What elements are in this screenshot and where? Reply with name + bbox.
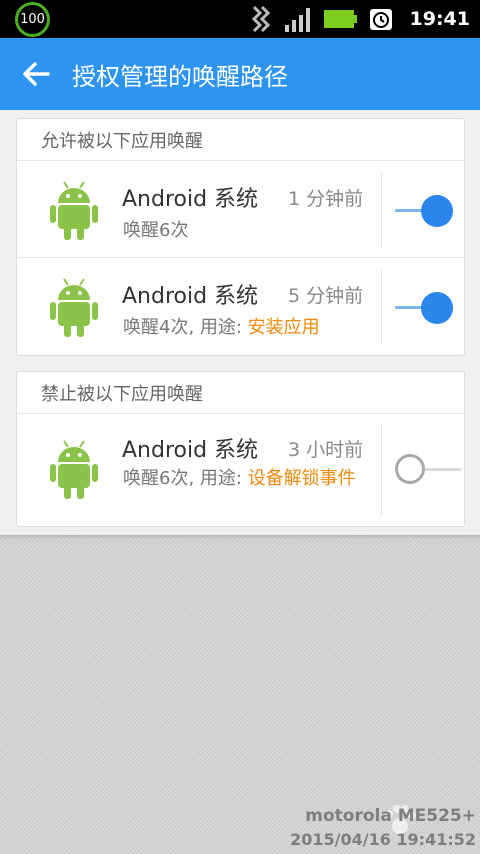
divider bbox=[381, 173, 382, 247]
wake-purpose: 安装应用 bbox=[247, 317, 320, 338]
list-item: Android 系统 1 分钟前 唤醒6次 bbox=[17, 161, 464, 258]
wake-detail: 唤醒6次 bbox=[123, 218, 375, 243]
status-bar: 100 19:41 bbox=[0, 0, 480, 38]
page-title: 授权管理的唤醒路径 bbox=[72, 62, 288, 91]
arrow-left-icon bbox=[23, 62, 50, 86]
wake-toggle[interactable] bbox=[395, 195, 453, 227]
signal-icon bbox=[284, 8, 310, 32]
battery-icon bbox=[323, 10, 357, 28]
divider bbox=[381, 424, 382, 516]
blocked-section-header: 禁止被以下应用唤醒 bbox=[17, 372, 464, 414]
wake-count: 唤醒6次, 用途: bbox=[123, 468, 248, 489]
wake-purpose: 设备解锁事件 bbox=[247, 468, 356, 489]
status-icons: 19:41 bbox=[250, 0, 470, 38]
watermark-datetime: 2015/04/16 19:41:52 bbox=[290, 830, 476, 849]
android-icon bbox=[50, 440, 98, 499]
divider bbox=[381, 270, 382, 344]
back-button[interactable] bbox=[0, 38, 72, 110]
app-name: Android 系统 bbox=[122, 438, 259, 463]
app-name: Android 系统 bbox=[122, 284, 259, 309]
wake-detail: 唤醒4次, 用途: 安装应用 bbox=[123, 315, 375, 340]
wake-toggle[interactable] bbox=[395, 292, 453, 324]
data-activity-icon bbox=[251, 5, 270, 33]
app-name: Android 系统 bbox=[122, 187, 259, 212]
wake-time: 1 分钟前 bbox=[288, 188, 364, 210]
list-item: Android 系统 3 小时前 唤醒6次, 用途: 设备解锁事件 bbox=[17, 414, 464, 526]
watermark-device: motorola ME525+ bbox=[305, 806, 476, 826]
wake-time: 5 分钟前 bbox=[288, 285, 364, 307]
wake-count: 唤醒4次, 用途: bbox=[123, 317, 248, 338]
wake-detail: 唤醒6次, 用途: 设备解锁事件 bbox=[123, 466, 375, 491]
wake-toggle[interactable] bbox=[395, 454, 461, 486]
battery-percent-badge: 100 bbox=[15, 2, 50, 37]
allowed-apps-card: 允许被以下应用唤醒 Android 系统 1 分钟前 唤醒6次 Android … bbox=[16, 118, 465, 356]
status-time: 19:41 bbox=[409, 8, 470, 30]
wake-count: 唤醒6次 bbox=[123, 220, 189, 241]
blocked-apps-card: 禁止被以下应用唤醒 Android 系统 3 小时前 唤醒6次, 用途: 设备解… bbox=[16, 371, 465, 527]
allowed-section-header: 允许被以下应用唤醒 bbox=[17, 119, 464, 161]
toggle-knob bbox=[421, 292, 453, 324]
wake-time: 3 小时前 bbox=[288, 439, 364, 461]
alarm-icon bbox=[369, 9, 392, 30]
android-icon bbox=[50, 181, 98, 240]
app-bar: 授权管理的唤醒路径 bbox=[0, 38, 480, 110]
battery-percent: 100 bbox=[20, 12, 45, 27]
toggle-knob bbox=[421, 195, 453, 227]
content-area: 允许被以下应用唤醒 Android 系统 1 分钟前 唤醒6次 Android … bbox=[0, 110, 480, 535]
toggle-knob bbox=[395, 454, 425, 484]
android-icon bbox=[50, 278, 98, 337]
list-item: Android 系统 5 分钟前 唤醒4次, 用途: 安装应用 bbox=[17, 258, 464, 355]
